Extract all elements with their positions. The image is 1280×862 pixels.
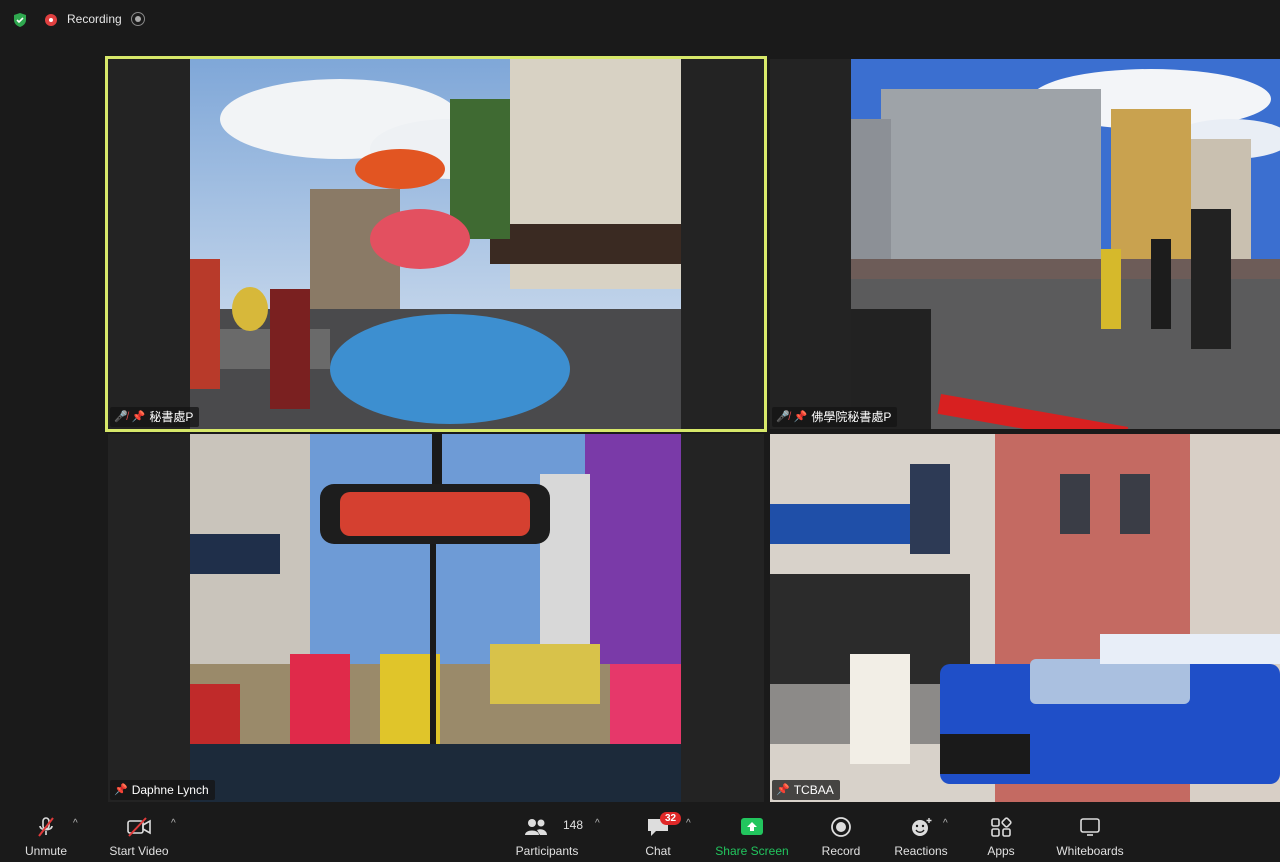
participants-button[interactable]: Participants	[512, 806, 582, 862]
participant-name: 秘書處P	[149, 410, 194, 424]
meeting-toolbar: Unmute ^ Start Video ^ Participants 148 …	[0, 806, 1280, 862]
chat-label: Chat	[645, 844, 671, 858]
share-screen-label: Share Screen	[715, 844, 789, 858]
apps-icon	[991, 817, 1012, 837]
video-tile-2[interactable]: 🎤̸ 📌 佛學院秘書處P	[770, 59, 1280, 429]
mic-muted-icon: 🎤̸	[776, 411, 790, 423]
participant-video	[190, 434, 681, 802]
video-tile-3[interactable]: 📌 Daphne Lynch	[108, 434, 764, 802]
recording-status-label: Recording	[67, 12, 122, 26]
record-button[interactable]: Record	[812, 806, 870, 862]
pin-icon: 📌	[131, 411, 146, 423]
record-icon	[831, 817, 851, 837]
apps-button[interactable]: Apps	[975, 806, 1027, 862]
share-screen-icon	[741, 818, 763, 835]
start-video-label: Start Video	[109, 844, 169, 858]
unmute-button[interactable]: Unmute	[14, 806, 78, 862]
reactions-icon	[912, 818, 932, 836]
audio-options-chevron[interactable]: ^	[73, 818, 78, 829]
pin-icon: 📌	[776, 784, 790, 796]
pin-icon: 📌	[793, 411, 808, 423]
participant-name-tag: 🎤̸ 📌 佛學院秘書處P	[772, 407, 898, 427]
reactions-label: Reactions	[894, 844, 948, 858]
participant-video	[770, 434, 1280, 802]
video-tile-4[interactable]: 📌 TCBAA	[770, 434, 1280, 802]
participant-name: TCBAA	[793, 783, 834, 797]
security-shield-icon[interactable]	[12, 12, 28, 28]
record-label: Record	[821, 844, 861, 858]
participant-video	[851, 59, 1280, 429]
chat-unread-badge: 32	[660, 812, 682, 825]
pin-icon: 📌	[114, 784, 128, 796]
reactions-button[interactable]: Reactions	[890, 806, 952, 862]
participants-label: Participants	[515, 844, 579, 858]
participants-options-chevron[interactable]: ^	[595, 818, 600, 829]
participant-video	[190, 59, 681, 429]
participant-name: Daphne Lynch	[131, 783, 209, 797]
participants-icon	[525, 819, 547, 835]
recording-control-button[interactable]	[131, 12, 145, 26]
microphone-muted-icon	[38, 817, 54, 837]
share-screen-button[interactable]: Share Screen	[712, 806, 792, 862]
whiteboards-button[interactable]: Whiteboards	[1050, 806, 1130, 862]
apps-label: Apps	[987, 844, 1015, 858]
participant-name-tag: 📌 TCBAA	[772, 780, 840, 800]
video-tile-1[interactable]: 🎤̸ 📌 秘書處P	[108, 59, 764, 429]
participant-name: 佛學院秘書處P	[811, 410, 892, 424]
participant-name-tag: 📌 Daphne Lynch	[110, 780, 215, 800]
recording-icon	[45, 14, 57, 26]
meeting-topbar: Recording	[0, 0, 1280, 40]
video-options-chevron[interactable]: ^	[171, 818, 176, 829]
whiteboard-icon	[1080, 818, 1100, 836]
mic-muted-icon: 🎤̸	[114, 411, 128, 423]
reactions-options-chevron[interactable]: ^	[943, 818, 948, 829]
whiteboards-label: Whiteboards	[1056, 844, 1124, 858]
start-video-button[interactable]: Start Video	[104, 806, 174, 862]
participant-name-tag: 🎤̸ 📌 秘書處P	[110, 407, 200, 427]
chat-options-chevron[interactable]: ^	[686, 818, 691, 829]
participants-count: 148	[563, 818, 584, 832]
unmute-label: Unmute	[24, 844, 68, 858]
camera-off-icon	[127, 817, 151, 837]
